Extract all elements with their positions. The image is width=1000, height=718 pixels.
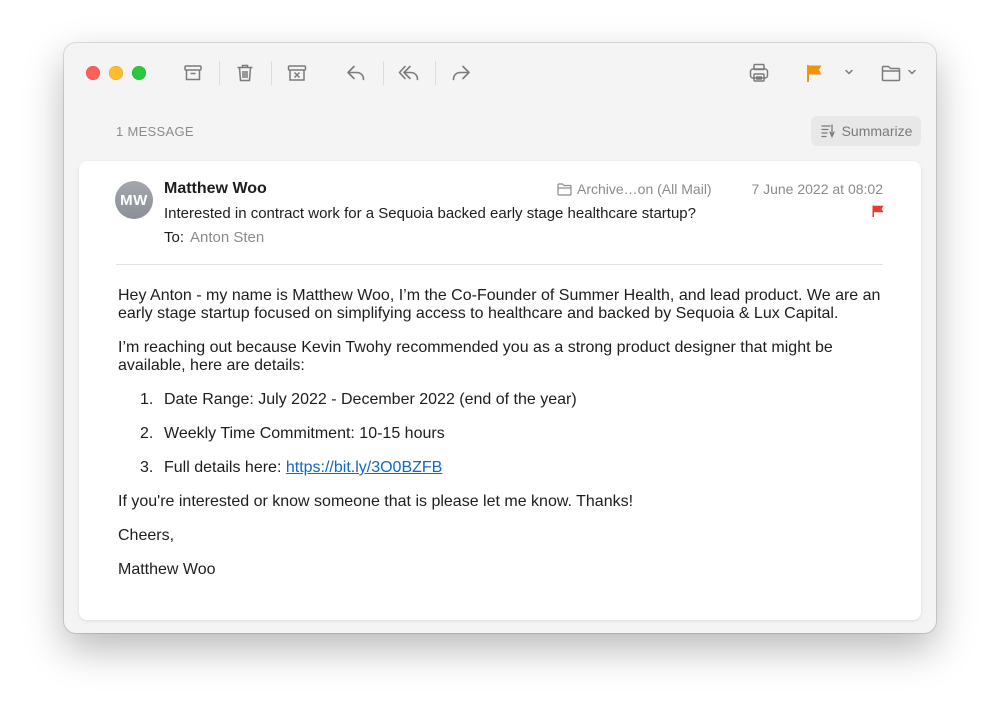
list-text: Full details here: <box>164 459 286 476</box>
reply-all-icon <box>398 65 419 81</box>
recipient-name[interactable]: Anton Sten <box>190 229 264 246</box>
folder-icon <box>557 182 572 196</box>
flag-button[interactable] <box>799 59 829 87</box>
list-text: Date Range: July 2022 - December 2022 (e… <box>164 391 577 408</box>
delete-button[interactable] <box>230 59 260 87</box>
mail-window: 1 MESSAGE Summarize MW Matthew Woo Inter… <box>64 43 936 633</box>
subject-line: Interested in contract work for a Sequoi… <box>164 205 696 222</box>
avatar[interactable]: MW <box>115 181 153 219</box>
minimize-window-button[interactable] <box>109 66 123 80</box>
list-item: 3. Full details here: https://bit.ly/3O0B… <box>118 459 888 477</box>
toolbar <box>64 43 936 103</box>
forward-icon <box>452 65 470 81</box>
zoom-window-button[interactable] <box>132 66 146 80</box>
print-icon <box>749 63 769 82</box>
list-text: Weekly Time Commitment: 10-15 hours <box>164 425 445 442</box>
sender-name[interactable]: Matthew Woo <box>164 180 267 198</box>
reply-all-button[interactable] <box>394 59 424 87</box>
flag-icon <box>807 65 822 82</box>
details-link[interactable]: https://bit.ly/3O0BZFB <box>286 459 443 476</box>
trash-icon <box>237 64 253 82</box>
message-card: MW Matthew Woo Interested in contract wo… <box>79 161 921 620</box>
header-divider <box>116 264 883 265</box>
message-count: 1 MESSAGE <box>116 124 194 139</box>
archive-icon <box>184 65 202 81</box>
to-label: To: <box>164 229 185 246</box>
signature: Matthew Woo <box>118 561 216 578</box>
mailbox-label: Archive…on (All Mail) <box>577 181 712 197</box>
body-paragraph: Cheers, <box>118 527 175 544</box>
body-paragraph: If you're interested or know someone tha… <box>118 493 634 510</box>
junk-button[interactable] <box>282 59 312 87</box>
chevron-down-icon[interactable] <box>907 67 917 77</box>
archive-button[interactable] <box>178 59 208 87</box>
list-number: 1. <box>140 391 154 408</box>
reply-button[interactable] <box>341 59 371 87</box>
chevron-down-icon[interactable] <box>844 67 854 77</box>
message-body: Hey Anton - my name is Matthew Woo, I’m … <box>118 287 888 595</box>
junk-icon <box>287 65 307 81</box>
list-item: 1. Date Range: July 2022 - December 2022 … <box>118 391 888 409</box>
message-date: 7 June 2022 at 08:02 <box>751 181 883 197</box>
list-item: 2. Weekly Time Commitment: 10-15 hours <box>118 425 888 443</box>
recipient-row: To: Anton Sten <box>164 229 264 246</box>
folder-icon <box>881 65 901 82</box>
print-button[interactable] <box>744 59 774 87</box>
close-window-button[interactable] <box>86 66 100 80</box>
body-paragraph: Hey Anton - my name is Matthew Woo, I’m … <box>118 287 881 322</box>
mailbox-indicator[interactable]: Archive…on (All Mail) <box>557 181 712 197</box>
reply-icon <box>347 65 365 81</box>
flag-icon[interactable] <box>871 204 885 218</box>
details-list: 1. Date Range: July 2022 - December 2022 … <box>118 391 888 477</box>
forward-button[interactable] <box>446 59 476 87</box>
summarize-button[interactable]: Summarize <box>811 116 921 146</box>
summarize-label: Summarize <box>841 123 913 139</box>
summarize-icon <box>820 124 835 139</box>
list-number: 2. <box>140 425 154 442</box>
list-number: 3. <box>140 459 154 476</box>
move-to-folder-button[interactable] <box>876 59 906 87</box>
body-paragraph: I’m reaching out because Kevin Twohy rec… <box>118 339 833 374</box>
